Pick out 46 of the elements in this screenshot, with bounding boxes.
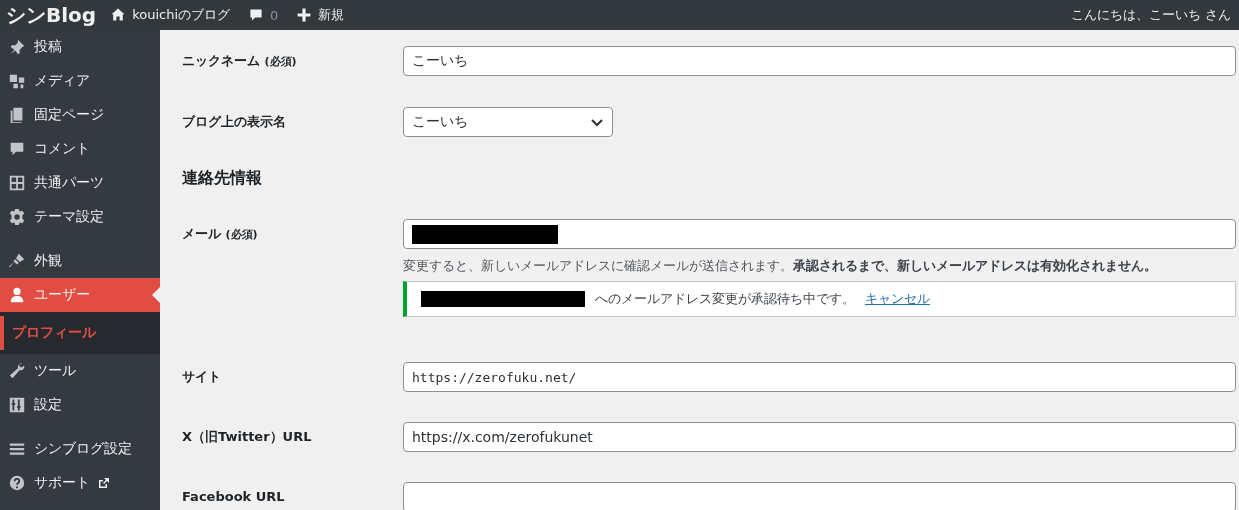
cancel-link[interactable]: キャンセル [865,290,930,308]
text-field[interactable] [403,482,1236,510]
text-field[interactable]: こーいち [403,46,1236,76]
email-description: 変更すると、新しいメールアドレスに確認メールが送信されます。承認されるまで、新しいメールアドレスは有効化されません。 [403,257,1158,275]
sidebar-item[interactable]: ツール [0,354,160,388]
pin-icon [8,38,26,56]
media-icon [8,72,26,90]
user-icon [8,286,26,304]
help-icon [8,474,26,492]
field-label: メール (必須) [182,225,259,243]
url-field[interactable]: https://zerofuku.net/ [403,362,1236,392]
field-label: ニックネーム (必須) [182,52,298,70]
text-field[interactable]: https://x.com/zerofukunet [403,422,1236,452]
greeting[interactable]: こんにちは、こーいち さん [1070,6,1231,24]
sliders-icon [8,396,26,414]
field-label: X（旧Twitter）URL [182,428,313,446]
home-icon [110,7,127,23]
comment-icon [248,7,265,23]
blocks-icon [8,174,26,192]
sidebar-item[interactable]: 共通パーツ [0,166,160,200]
comments-link[interactable]: 0 [248,7,279,23]
sidebar-item[interactable]: サポート [0,466,160,500]
brush-icon [8,252,26,270]
email-field[interactable] [403,219,1236,249]
section-heading: 連絡先情報 [182,167,263,189]
notice-text: へのメールアドレス変更が承認待ち中です。 [595,290,855,308]
sidebar-item[interactable]: シンブログ設定 [0,432,160,466]
display-name-select[interactable]: こーいち [403,107,613,137]
site-link[interactable]: kouichiのブログ [110,6,231,24]
new-link[interactable]: 新規 [296,6,345,24]
plus-icon [296,7,313,23]
wrench-icon [8,362,26,380]
field-label: Facebook URL [182,488,286,506]
sidebar-item[interactable]: 外観 [0,244,160,278]
submenu-item[interactable]: プロフィール [0,316,160,350]
field-label: ブログ上の表示名 [182,113,287,131]
sidebar-item[interactable]: メディア [0,64,160,98]
sidebar-item[interactable]: コメント [0,132,160,166]
sidebar-item[interactable]: テーマ設定 [0,200,160,234]
sidebar-item[interactable]: 固定ページ [0,98,160,132]
sidebar-item[interactable]: 投稿 [0,30,160,64]
sidebar-item[interactable]: 設定 [0,388,160,422]
field-label: サイト [182,368,222,386]
logo[interactable]: シンBlog [6,1,97,29]
gear-icon [8,208,26,226]
sidebar-item[interactable]: ユーザー [0,278,160,312]
